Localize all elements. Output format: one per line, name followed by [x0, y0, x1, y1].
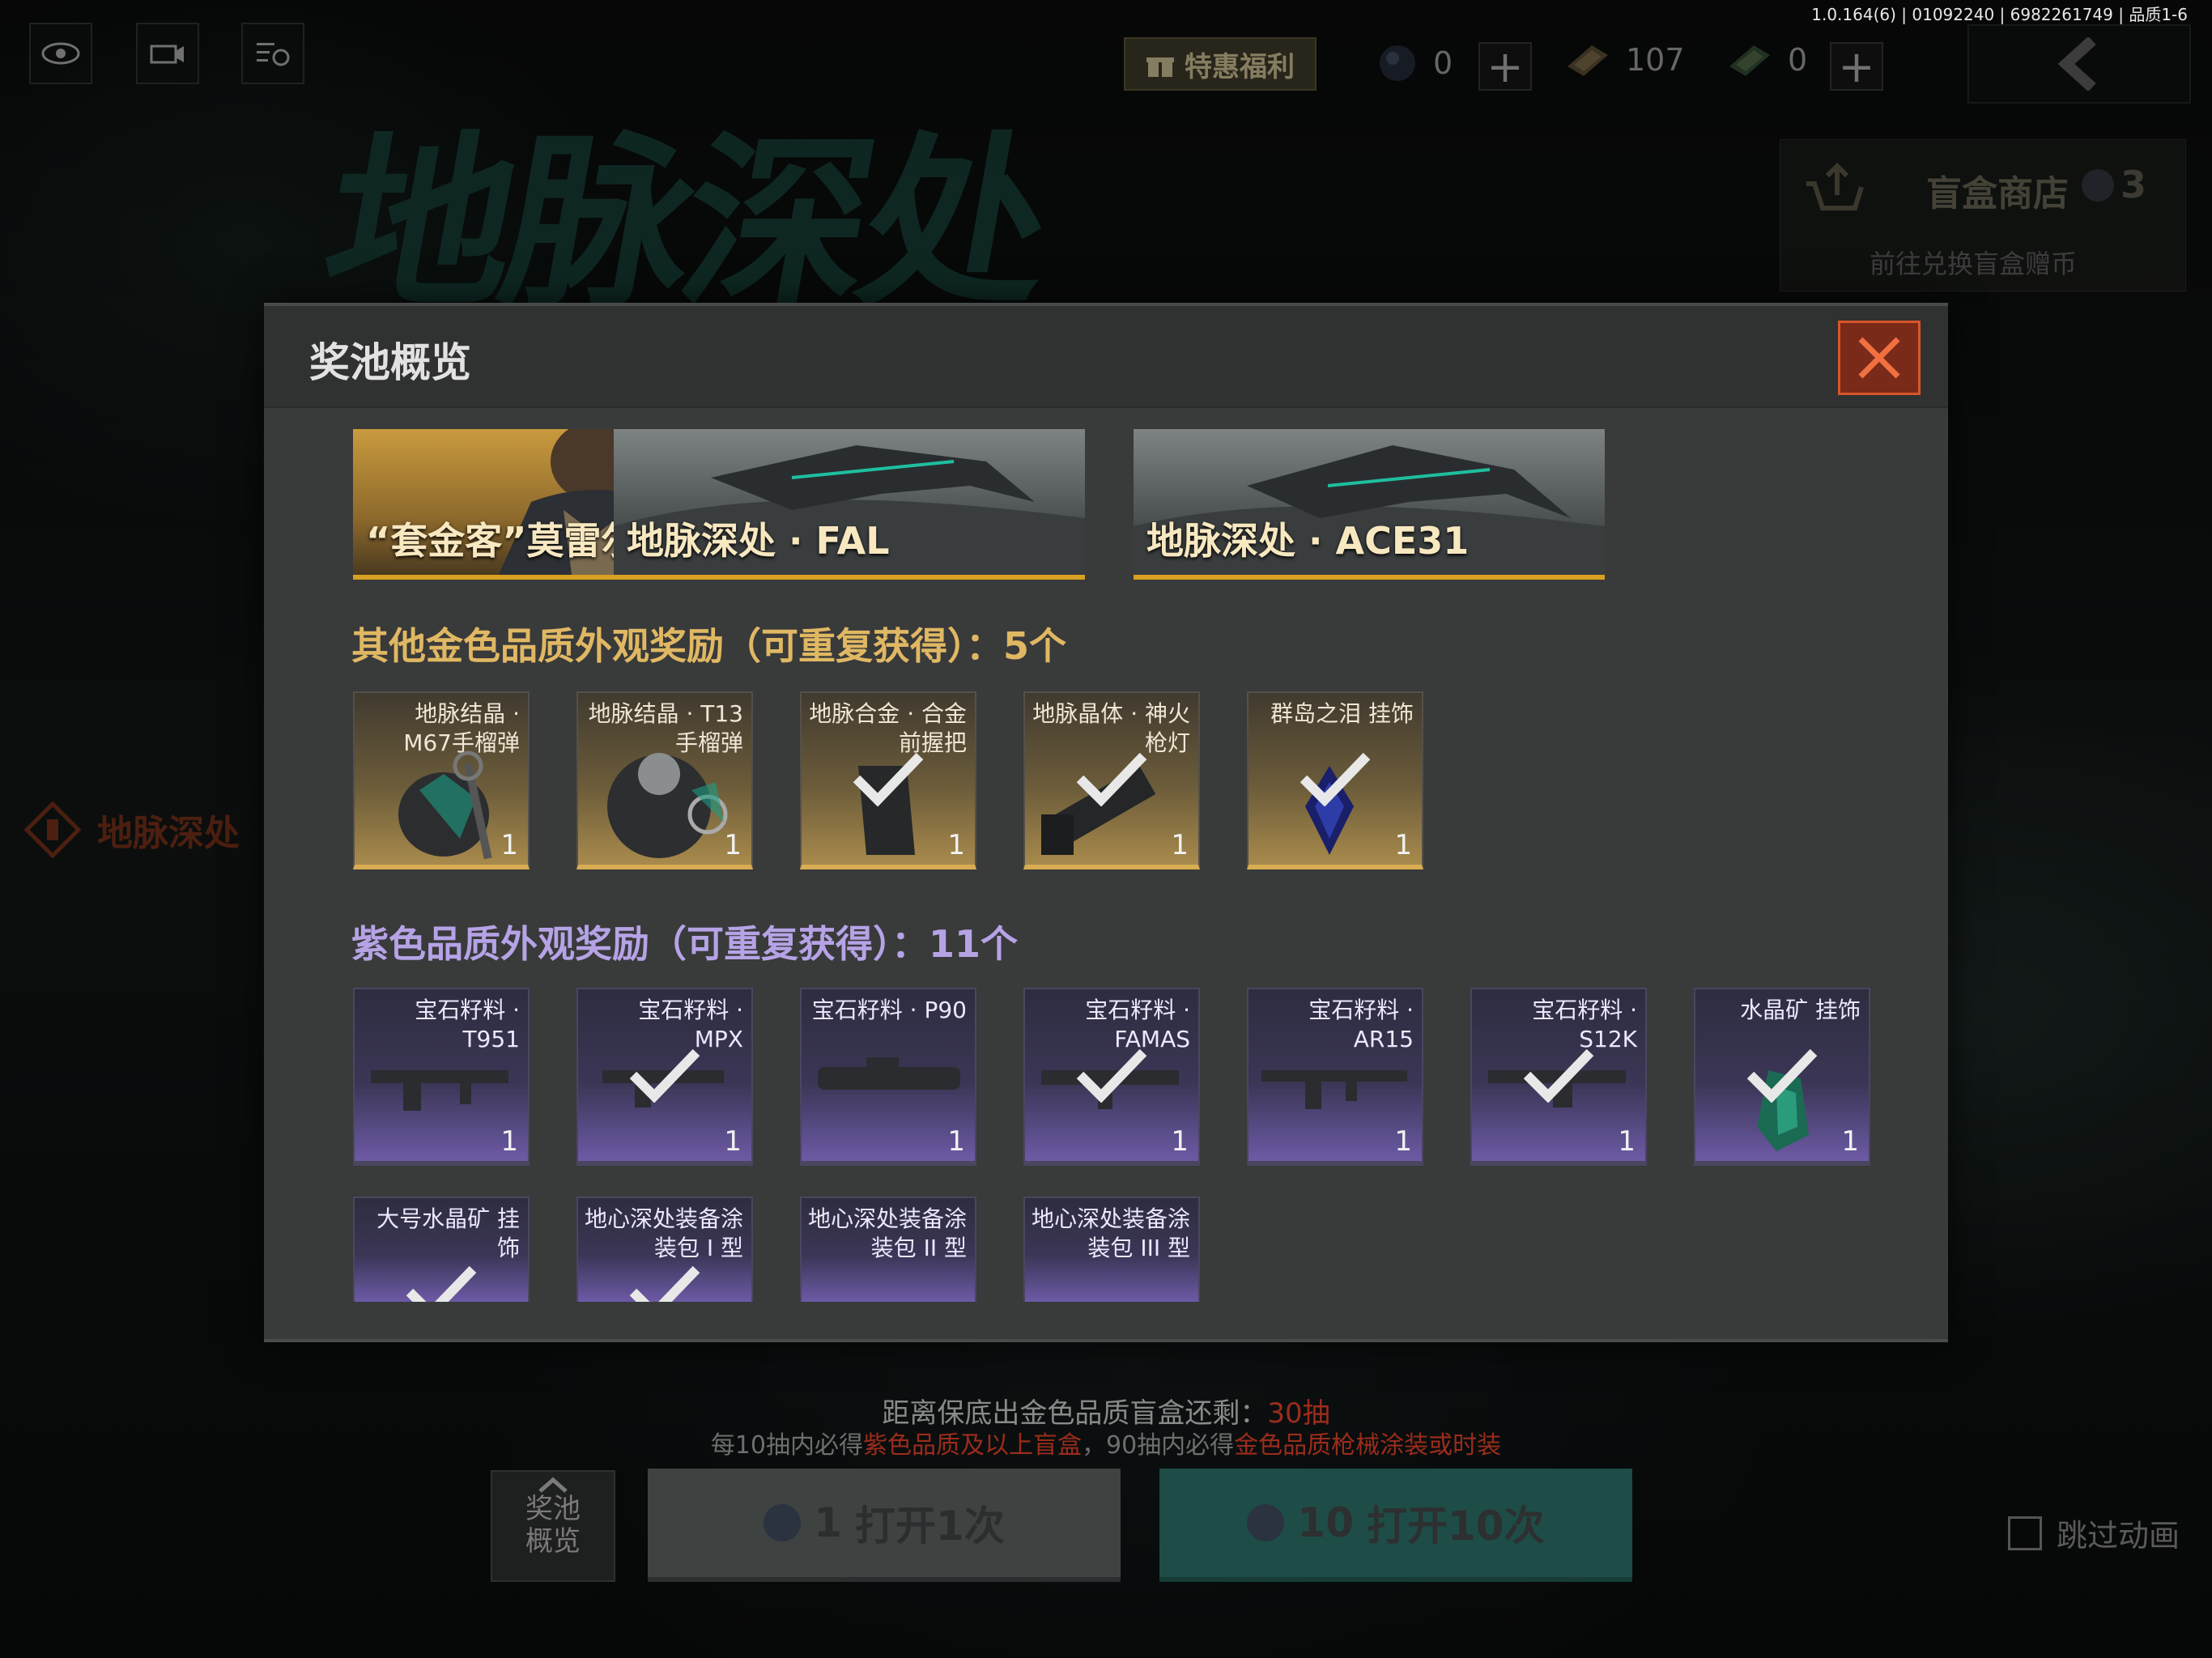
item-count: 1: [1171, 829, 1189, 861]
item-count: 1: [724, 1125, 742, 1158]
item-name: 宝石籽料 · T951: [415, 997, 520, 1052]
owned-check-icon: [1300, 752, 1371, 806]
gem-icon: [764, 1504, 802, 1541]
purple-item-ar15[interactable]: 宝石籽料 · AR15 1: [1247, 988, 1423, 1166]
item-count: 1: [724, 829, 742, 861]
item-name: 大号水晶矿 挂饰: [376, 1205, 520, 1261]
banner-ace31-skin[interactable]: 地脉深处 · ACE31: [1134, 429, 1605, 580]
banner-label: 地脉深处 · ACE31: [1146, 519, 1470, 563]
item-name: 地心深处装备涂装包 I 型: [585, 1205, 744, 1261]
modal-header: 奖池概览: [264, 306, 1948, 408]
pool-button-line1: 奖池: [525, 1493, 581, 1525]
gold-item-island-tear-charm[interactable]: 群岛之泪 挂饰 1: [1247, 691, 1423, 869]
owned-check-icon: [1076, 752, 1147, 806]
close-button[interactable]: [1838, 321, 1921, 395]
gold-item-alloy-grip[interactable]: 地脉合金 · 合金前握把 1: [800, 691, 976, 869]
item-count: 1: [500, 829, 518, 861]
purple-item-mpx[interactable]: 宝石籽料 · MPX 1: [576, 988, 753, 1166]
item-name: 宝石籽料 · FAMAS: [1085, 997, 1190, 1052]
item-name: 宝石籽料 · AR15: [1308, 997, 1414, 1052]
owned-check-icon: [629, 1265, 700, 1302]
item-name: 宝石籽料 · P90: [811, 997, 967, 1023]
item-name: 水晶矿 挂饰: [1740, 997, 1861, 1023]
open-ten-cost: 10: [1297, 1499, 1354, 1546]
item-count: 1: [1618, 1125, 1636, 1158]
item-name: 宝石籽料 · S12K: [1532, 997, 1637, 1052]
rule-part2: ，90抽内必得: [1082, 1431, 1235, 1460]
item-count: 1: [1171, 1125, 1189, 1158]
gold-item-god-fire-light[interactable]: 地脉晶体 · 神火枪灯 1: [1023, 691, 1200, 869]
skip-checkbox[interactable]: [2008, 1516, 2042, 1550]
item-count: 1: [1841, 1125, 1859, 1158]
owned-check-icon: [406, 1265, 477, 1302]
purple-item-p90[interactable]: 宝石籽料 · P90 1: [800, 988, 976, 1166]
banner-fal-skin[interactable]: 地脉深处 · FAL: [614, 429, 1085, 580]
purple-section-title: 紫色品质外观奖励（可重复获得）：11个: [351, 922, 1019, 966]
owned-check-icon: [1076, 1048, 1147, 1103]
item-name: 宝石籽料 · MPX: [638, 997, 743, 1052]
purple-item-skin-pack-2[interactable]: 地心深处装备涂装包 II 型: [800, 1197, 976, 1302]
open-once-button[interactable]: 1 打开1次: [648, 1469, 1121, 1582]
version-text: 1.0.164(6) | 01092240 | 6982261749 | 品质1…: [1811, 5, 2188, 24]
skip-animation-toggle[interactable]: 跳过动画: [2008, 1511, 2180, 1555]
open-ten-button[interactable]: 10 打开10次: [1159, 1469, 1632, 1582]
item-count: 1: [947, 829, 965, 861]
purple-item-skin-pack-3[interactable]: 地心深处装备涂装包 III 型: [1023, 1197, 1200, 1302]
draw-rule: 每10抽内必得紫色品质及以上盲盒，90抽内必得金色品质枪械涂装或时装: [0, 1425, 2212, 1460]
open-ten-label: 打开10次: [1367, 1503, 1545, 1550]
chevron-up-icon: [538, 1477, 568, 1493]
pool-button-line2: 概览: [525, 1525, 581, 1558]
owned-check-icon: [629, 1048, 700, 1103]
purple-item-s12k[interactable]: 宝石籽料 · S12K 1: [1470, 988, 1647, 1166]
gem-icon: [1247, 1504, 1285, 1541]
gold-item-m67-grenade[interactable]: 地脉结晶 · M67手榴弹 1: [353, 691, 530, 869]
purple-item-famas[interactable]: 宝石籽料 · FAMAS 1: [1023, 988, 1200, 1166]
owned-check-icon: [1523, 1048, 1594, 1103]
gold-item-t13-grenade[interactable]: 地脉结晶 · T13手榴弹 1: [576, 691, 753, 869]
prize-pool-modal: 奖池概览 “套金客”莫雷尔 地脉深处 · FAL 地脉深处 · ACE31 其他…: [264, 303, 1948, 1342]
item-count: 1: [500, 1125, 518, 1158]
rule-red2: 金色品质枪械涂装或时装: [1234, 1431, 1502, 1460]
item-name: 地脉合金 · 合金前握把: [809, 700, 967, 756]
rule-part1: 每10抽内必得: [710, 1431, 863, 1460]
item-name: 地心深处装备涂装包 II 型: [808, 1205, 968, 1261]
item-count: 1: [1394, 829, 1412, 861]
banner-label: 地脉深处 · FAL: [627, 519, 890, 563]
open-once-label: 打开1次: [855, 1503, 1005, 1550]
purple-item-t951[interactable]: 宝石籽料 · T951 1: [353, 988, 530, 1166]
purple-item-skin-pack-1[interactable]: 地心深处装备涂装包 I 型: [576, 1197, 753, 1302]
gold-section-title: 其他金色品质外观奖励（可重复获得）：5个: [351, 624, 1067, 668]
item-name: 地心深处装备涂装包 III 型: [1032, 1205, 1191, 1261]
close-icon: [1858, 337, 1900, 379]
banner-label: “套金客”莫雷尔: [366, 519, 639, 563]
purple-item-crystal-charm[interactable]: 水晶矿 挂饰 1: [1694, 988, 1870, 1166]
owned-check-icon: [1746, 1048, 1818, 1103]
pool-overview-button[interactable]: 奖池 概览: [491, 1470, 615, 1582]
item-count: 1: [947, 1125, 965, 1158]
item-name: 地脉结晶 · M67手榴弹: [403, 700, 520, 756]
item-name: 地脉晶体 · 神火枪灯: [1032, 700, 1190, 756]
open-once-cost: 1: [814, 1499, 842, 1546]
item-count: 1: [1394, 1125, 1412, 1158]
item-name: 群岛之泪 挂饰: [1270, 700, 1414, 727]
item-name: 地脉结晶 · T13手榴弹: [588, 700, 743, 756]
owned-check-icon: [853, 752, 924, 806]
rule-red1: 紫色品质及以上盲盒: [863, 1431, 1082, 1460]
purple-item-large-crystal-charm[interactable]: 大号水晶矿 挂饰: [353, 1197, 530, 1302]
skip-label: 跳过动画: [2057, 1518, 2180, 1554]
modal-title: 奖池概览: [309, 339, 471, 386]
